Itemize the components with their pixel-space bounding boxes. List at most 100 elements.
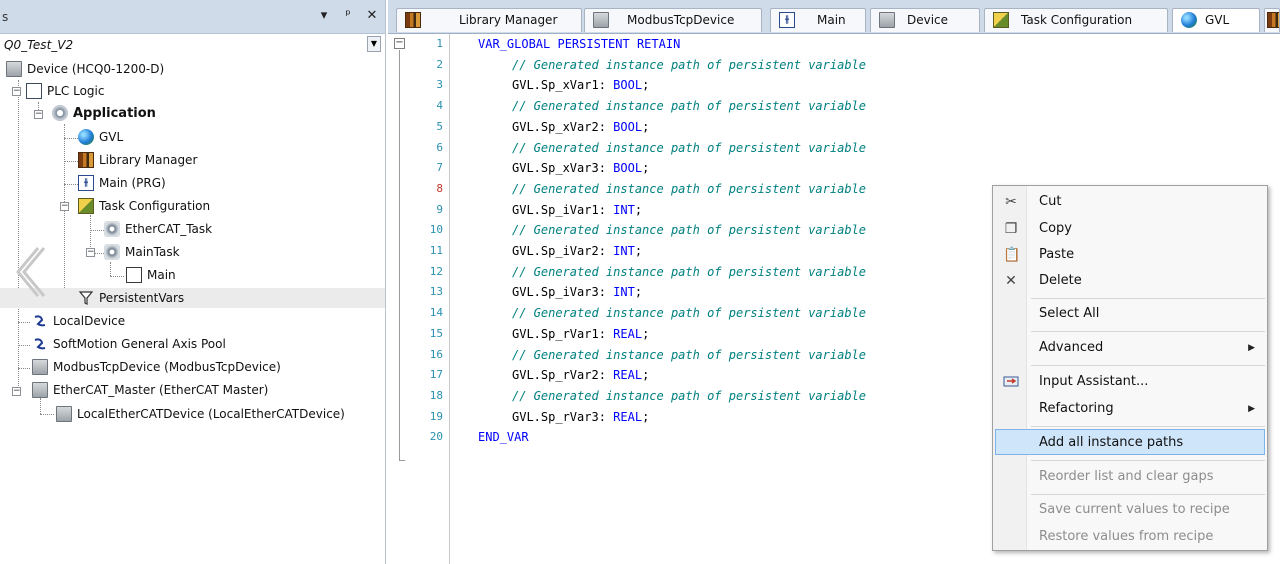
code-line[interactable]: GVL.Sp_rVar1: REAL; [512, 324, 649, 344]
tree-item-label: ModbusTcpDevice (ModbusTcpDevice) [53, 360, 281, 374]
tree-item-main-prg[interactable]: ⫳ Main (PRG) [78, 173, 166, 193]
tree-item-label: EtherCAT_Master (EtherCAT Master) [53, 383, 269, 397]
collapse-plc-logic[interactable]: − [12, 87, 21, 96]
line-numbers: 1 2 3 4 5 6 7 8 9 10 11 12 13 14 15 16 17 18 19 20 [410, 34, 450, 564]
menu-label: Delete [1039, 273, 1082, 288]
line-number: 4 [436, 99, 443, 113]
menu-label: Reorder list and clear gaps [1039, 469, 1214, 484]
menu-item-input-assistant[interactable]: Input Assistant... [995, 369, 1265, 395]
identifier-text: GVL.Sp_xVar3: [512, 161, 614, 176]
tree-item-device[interactable]: Device (HCQ0-1200-D) [6, 59, 164, 79]
code-line[interactable]: GVL.Sp_iVar1: INT; [512, 200, 642, 220]
line-number: 8 [436, 181, 443, 195]
tab-task-configuration[interactable]: Task Configuration [984, 8, 1168, 32]
keyword-text: END_VAR [478, 430, 529, 445]
tree-item-plc-logic[interactable]: PLC Logic [26, 81, 104, 101]
tab-main[interactable]: ⫳ Main [770, 8, 866, 32]
menu-label: Refactoring [1039, 401, 1114, 416]
line-number: 17 [429, 368, 443, 382]
submenu-arrow-icon: ▶ [1248, 404, 1255, 414]
editor-tab-bar: Library Manager ModbusTcpDevice ⫳ Main D… [388, 0, 1280, 34]
identifier-text: GVL.Sp_iVar1: [512, 202, 614, 217]
menu-item-delete[interactable]: ✕ Delete [995, 268, 1265, 294]
library-books-icon [1267, 12, 1279, 28]
tab-gvl[interactable]: GVL [1172, 8, 1260, 32]
chevron-down-icon[interactable]: ▼ [367, 36, 381, 52]
code-line[interactable]: // Generated instance path of persistent… [512, 345, 866, 365]
tree-item-ethercat-task[interactable]: EtherCAT_Task [104, 219, 212, 239]
project-row[interactable]: Q0_Test_V2 ▼ [0, 34, 385, 56]
menu-item-save-values-to-recipe[interactable]: Save current values to recipe [995, 497, 1265, 523]
type-text: REAL [613, 326, 643, 341]
menu-item-add-all-instance-paths[interactable]: Add all instance paths [995, 429, 1265, 455]
tree-item-localdevice[interactable]: LocalDevice [32, 311, 125, 331]
tree-item-task-configuration[interactable]: Task Configuration [78, 196, 210, 216]
code-line[interactable]: END_VAR [478, 427, 529, 447]
semicolon: ; [634, 285, 643, 300]
close-icon[interactable]: ✕ [364, 8, 380, 24]
tab-device[interactable]: Device [870, 8, 980, 32]
code-line[interactable]: // Generated instance path of persistent… [512, 262, 866, 282]
tree-item-gvl[interactable]: GVL [78, 127, 123, 147]
panel-dropdown-icon[interactable]: ▾ [316, 8, 332, 24]
comment-text: // Generated instance path of persistent… [512, 57, 867, 72]
tab-library-manager[interactable]: Library Manager [396, 8, 582, 32]
code-line[interactable]: // Generated instance path of persistent… [512, 96, 866, 116]
collapse-application[interactable]: − [34, 110, 43, 119]
menu-item-paste[interactable]: 📋 Paste [995, 242, 1265, 268]
menu-item-select-all[interactable]: Select All [995, 301, 1265, 327]
code-line[interactable]: GVL.Sp_rVar3: REAL; [512, 407, 649, 427]
menu-item-restore-values-from-recipe[interactable]: Restore values from recipe [995, 524, 1265, 550]
menu-item-advanced[interactable]: Advanced ▶ [995, 335, 1265, 361]
code-line[interactable]: VAR_GLOBAL PERSISTENT RETAIN [478, 34, 680, 54]
code-line[interactable]: // Generated instance path of persistent… [512, 179, 866, 199]
code-line[interactable]: GVL.Sp_iVar3: INT; [512, 282, 642, 302]
tree-item-localethercatdevice[interactable]: LocalEtherCATDevice (LocalEtherCATDevice… [56, 404, 345, 424]
code-line[interactable]: GVL.Sp_xVar1: BOOL; [512, 75, 649, 95]
menu-item-refactoring[interactable]: Refactoring ▶ [995, 396, 1265, 422]
semicolon: ; [634, 202, 643, 217]
menu-label: Input Assistant... [1039, 374, 1149, 389]
menu-item-copy[interactable]: ❐ Copy [995, 216, 1265, 242]
tree-item-application[interactable]: Application [52, 104, 156, 124]
tree-item-persistentvars[interactable]: PersistentVars [0, 288, 385, 308]
line-number: 1 [436, 37, 443, 50]
tree-item-modbustcpdevice[interactable]: ModbusTcpDevice (ModbusTcpDevice) [32, 357, 281, 377]
tree-item-main-call[interactable]: Main [126, 265, 176, 285]
funnel-icon [78, 290, 94, 306]
collapse-maintask[interactable]: − [86, 248, 95, 257]
code-line[interactable]: GVL.Sp_rVar2: REAL; [512, 365, 649, 385]
code-line[interactable]: // Generated instance path of persistent… [512, 220, 866, 240]
menu-item-reorder-list[interactable]: Reorder list and clear gaps [995, 464, 1265, 490]
tree-item-softmotion-pool[interactable]: SoftMotion General Axis Pool [32, 334, 226, 354]
code-line[interactable]: GVL.Sp_iVar2: INT; [512, 241, 642, 261]
code-line[interactable]: // Generated instance path of persistent… [512, 55, 866, 75]
code-line[interactable]: // Generated instance path of persistent… [512, 386, 866, 406]
tree-item-label: Library Manager [99, 153, 198, 167]
pin-icon[interactable]: ᵖ [340, 8, 356, 24]
identifier-text: GVL.Sp_rVar2: [512, 368, 614, 383]
collapse-task-configuration[interactable]: − [60, 202, 69, 211]
menu-item-cut[interactable]: ✂ Cut [995, 189, 1265, 215]
task-configuration-icon [993, 12, 1009, 28]
identifier-text: GVL.Sp_xVar1: [512, 78, 614, 93]
code-line[interactable]: // Generated instance path of persistent… [512, 138, 866, 158]
chevron-left-icon[interactable] [12, 244, 46, 300]
tab-overflow[interactable] [1264, 8, 1280, 32]
type-text: REAL [613, 368, 643, 383]
code-line[interactable]: GVL.Sp_xVar2: BOOL; [512, 117, 649, 137]
fold-collapse-icon[interactable]: − [394, 38, 405, 49]
code-line[interactable]: GVL.Sp_xVar3: BOOL; [512, 158, 649, 178]
submenu-arrow-icon: ▶ [1248, 343, 1255, 353]
line-number: 18 [429, 388, 443, 402]
collapse-ethercat-master[interactable]: − [12, 387, 21, 396]
tab-modbustcpdevice[interactable]: ModbusTcpDevice [584, 8, 762, 32]
tree-item-library-manager[interactable]: Library Manager [78, 150, 197, 170]
semicolon: ; [634, 244, 643, 258]
code-line[interactable]: // Generated instance path of persistent… [512, 303, 866, 323]
fold-gutter: − [388, 34, 408, 564]
line-number: 6 [436, 140, 443, 154]
tree-item-label: SoftMotion General Axis Pool [53, 337, 226, 351]
tree-item-maintask[interactable]: MainTask [104, 242, 180, 262]
tree-item-ethercat-master[interactable]: EtherCAT_Master (EtherCAT Master) [32, 380, 268, 400]
